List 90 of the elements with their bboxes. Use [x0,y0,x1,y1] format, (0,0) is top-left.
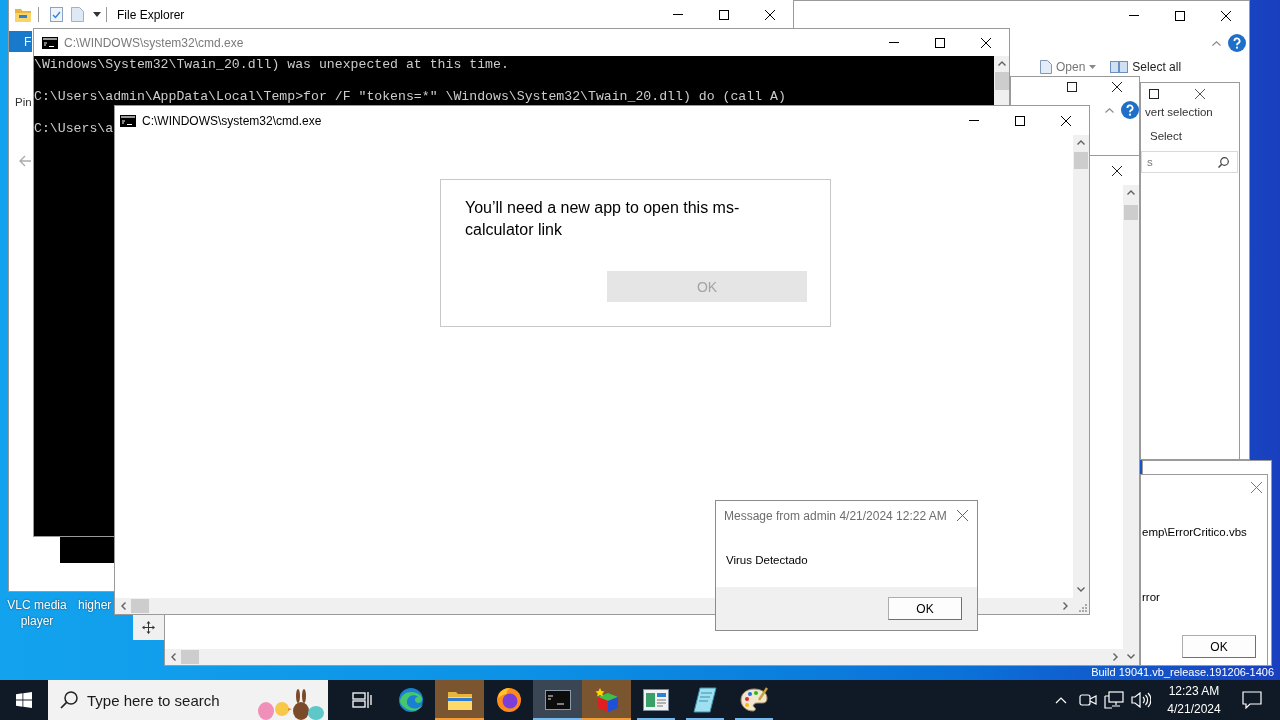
terminal-icon [544,690,571,710]
maximize-icon [1175,10,1185,21]
dialog-title: Message from admin 4/21/2024 12:22 AM [723,508,947,523]
close-icon [765,9,775,20]
close-icon [1195,89,1205,99]
maximize-icon [935,37,945,48]
prompt-message: You’ll need a new app to open this ms-calculator link [465,198,741,240]
cube-icon [593,687,620,713]
scrollbar-thumb[interactable] [994,72,1009,90]
search-box[interactable]: s [1141,151,1238,173]
window-app-icon [642,689,669,711]
scroll-up-icon[interactable] [1127,190,1135,195]
console-line: \Windows\System32\Twain_20.dll) was unexpected at this time. [34,57,509,73]
windows-logo-icon [16,692,32,708]
close-icon [1221,10,1231,21]
volume-icon[interactable] [1131,692,1151,708]
close-icon [1061,115,1071,126]
open-button[interactable]: Open [1040,60,1097,74]
clock-time[interactable]: 12:23 AM [1168,682,1220,700]
ok-button[interactable]: OK [888,597,962,620]
scroll-down-icon[interactable] [1077,587,1085,592]
move-handle[interactable] [133,615,164,640]
scroll-up-icon[interactable] [1077,140,1085,145]
scrollbar-thumb[interactable] [181,650,199,664]
notepad-icon [692,687,717,713]
window-title: File Explorer [117,7,185,22]
video-camera-icon[interactable] [1079,692,1097,708]
move-icon [142,621,155,634]
scroll-right-icon[interactable] [1113,653,1118,661]
minimize-icon [889,42,899,43]
scroll-right-icon[interactable] [1063,602,1068,610]
file-tab[interactable]: F [9,31,32,52]
search-field[interactable]: s [1147,156,1218,168]
search-box[interactable]: Type here to search [48,680,328,720]
close-icon [1112,165,1122,176]
close-icon [1112,82,1122,92]
maximize-icon [719,9,729,20]
search-field[interactable]: Type here to search [87,691,257,709]
close-icon [981,37,991,48]
notification-icon[interactable] [1242,691,1262,709]
clock-date[interactable]: 4/21/2024 [1167,700,1221,718]
grid-icon [1110,61,1129,73]
folder-icon [446,689,473,711]
scrollbar-thumb[interactable] [1124,205,1138,220]
minimize-icon [1129,15,1139,16]
maximize-icon [1148,89,1159,99]
message-text: Virus Detectado [725,553,808,568]
search-icon [1218,156,1229,168]
terminal-icon [120,114,136,127]
scrollbar-thumb[interactable] [1074,152,1088,169]
network-icon[interactable] [1104,691,1124,709]
scroll-up-icon[interactable] [997,61,1006,66]
help-icon[interactable] [1121,101,1139,119]
dialog-text: emp\ErrorCritico.vbs [1141,525,1247,540]
ok-button[interactable]: OK [1182,635,1256,658]
resize-grip-icon[interactable] [1079,604,1087,612]
help-icon[interactable] [1228,34,1246,52]
fox-browser-icon [495,687,522,713]
console-line: C:\Users\a [34,121,114,137]
scrollbar-thumb[interactable] [131,599,149,613]
scroll-down-icon[interactable] [1127,654,1135,659]
task-view-icon [351,691,372,709]
palette-icon [739,687,768,713]
minimize-icon [969,120,979,121]
close-icon [956,510,968,521]
scroll-left-icon[interactable] [121,602,126,610]
minimize-icon [673,14,683,15]
checklist-icon[interactable] [50,7,63,22]
document-icon [1040,60,1052,74]
taskbar-app-button[interactable] [533,680,582,720]
console-line: C:\Users\admin\AppData\Local\Temp>for /F "tokens=*" \Windows\System32\Twain_20.dll) do (call A) [34,89,786,105]
caret-down-icon [1089,65,1097,69]
pin-label[interactable]: Pin [15,96,32,108]
build-info-text: Build 19041.vb_release.191206-1406 [1091,666,1274,679]
maximize-icon [1067,82,1077,92]
window-title: C:\WINDOWS\system32\cmd.exe [142,113,322,128]
easter-eggs-illustration [257,688,325,720]
dialog-text: rror [1141,590,1160,605]
swirl-browser-icon [397,687,424,713]
maximize-icon [1015,115,1025,126]
scroll-left-icon[interactable] [171,653,176,661]
folder-icon[interactable] [15,7,31,22]
ribbon-command[interactable]: vert selection [1145,105,1213,119]
search-icon [60,691,78,709]
close-icon [1250,481,1262,493]
ribbon-group-label: Select [1150,129,1182,143]
select-all-button[interactable]: Select all [1110,60,1182,74]
window-title: C:\WINDOWS\system32\cmd.exe [64,35,244,50]
caret-down-icon[interactable] [93,12,101,17]
terminal-icon [42,36,58,49]
